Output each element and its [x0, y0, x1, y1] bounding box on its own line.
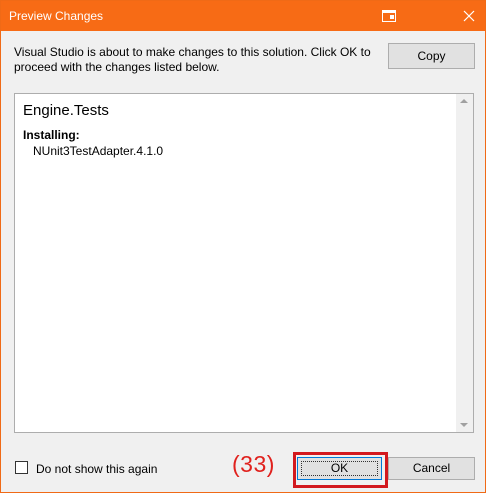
dialog-message: Visual Studio is about to make changes t… — [14, 45, 371, 74]
vertical-scrollbar[interactable] — [456, 94, 473, 432]
ok-button[interactable]: OK — [297, 457, 382, 480]
do-not-show-label: Do not show this again — [36, 462, 158, 476]
dialog-title: Preview Changes — [9, 9, 104, 23]
title-bar: Preview Changes — [1, 1, 485, 31]
preview-changes-dialog: Preview Changes Visual Studio is about t… — [0, 0, 486, 493]
changes-panel[interactable]: Engine.Tests Installing: NUnit3TestAdapt… — [14, 93, 474, 433]
installing-label: Installing: — [23, 128, 80, 142]
package-item: NUnit3TestAdapter.4.1.0 — [33, 144, 164, 158]
copy-button[interactable]: Copy — [388, 43, 475, 69]
restore-icon[interactable] — [382, 9, 396, 22]
close-icon[interactable] — [459, 6, 479, 26]
scroll-up-icon[interactable] — [460, 99, 468, 103]
ok-button-label: OK — [330, 461, 349, 475]
cancel-button[interactable]: Cancel — [388, 457, 475, 480]
scroll-down-icon[interactable] — [460, 423, 468, 427]
project-name: Engine.Tests — [23, 102, 109, 119]
step-annotation-label: (33) — [232, 451, 275, 477]
do-not-show-checkbox[interactable] — [15, 461, 28, 474]
